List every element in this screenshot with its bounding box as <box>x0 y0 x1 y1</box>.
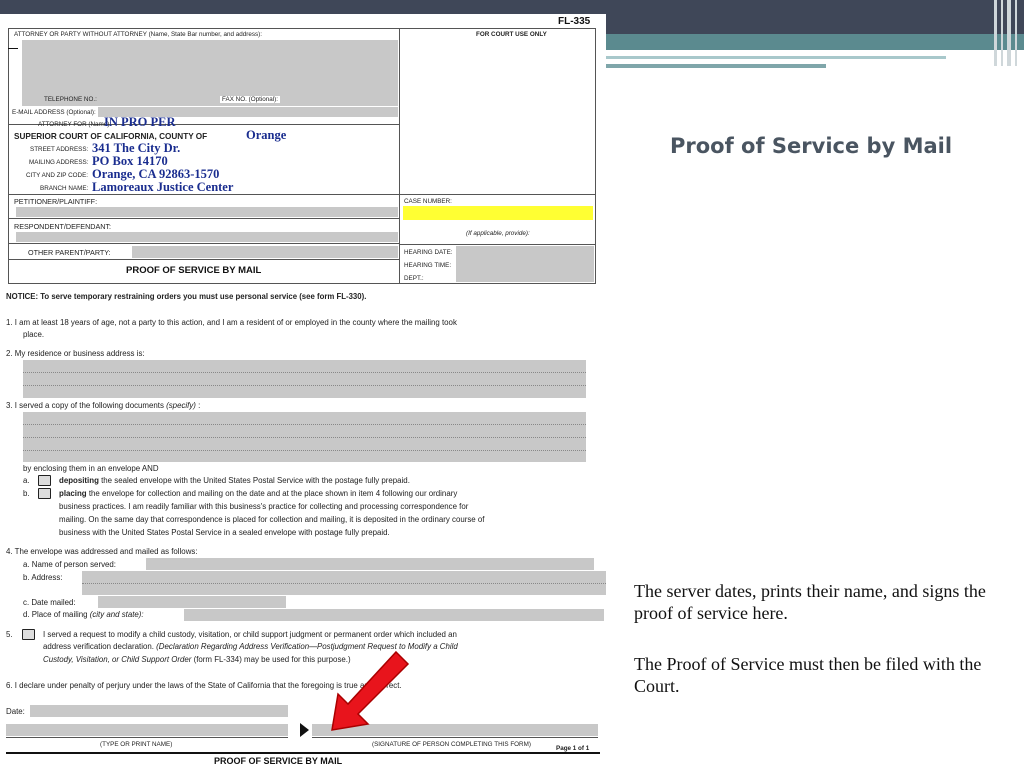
email-label: E-MAIL ADDRESS (Optional): <box>12 109 96 116</box>
rule <box>6 737 288 738</box>
option-b-checkbox <box>38 488 51 499</box>
form-fl-335: FL-335 ATTORNEY OR PARTY WITHOUT ATTORNE… <box>0 14 606 768</box>
item-5: I served a request to modify a child cus… <box>43 630 457 639</box>
telephone-label: TELEPHONE NO.: <box>44 96 97 103</box>
hearing-date-label: HEARING DATE: <box>404 249 453 256</box>
hearing-field <box>456 246 594 282</box>
case-number-label: CASE NUMBER: <box>404 198 452 205</box>
blank <box>288 597 604 608</box>
branch-label: BRANCH NAME: <box>40 185 89 192</box>
signature-date-field <box>30 705 288 717</box>
rule <box>23 437 586 438</box>
rule <box>23 450 586 451</box>
hearing-time-label: HEARING TIME: <box>404 262 452 269</box>
option-a-letter: a. <box>23 476 30 485</box>
teal-rule-short <box>606 64 826 68</box>
date-mailed-field <box>98 596 286 608</box>
corner-stripe <box>1007 0 1011 66</box>
teal-rule <box>606 56 946 59</box>
option-b-letter: b. <box>23 489 30 498</box>
corner-stripe <box>994 0 997 66</box>
enclosing-text: by enclosing them in an envelope AND <box>23 464 159 473</box>
option-b-line2: business practices. I am readily familia… <box>59 502 469 511</box>
branch-value: Lamoreaux Justice Center <box>92 180 234 194</box>
page-number: Page 1 of 1 <box>556 745 590 752</box>
red-arrow-icon <box>331 650 410 731</box>
court-use-label: FOR COURT USE ONLY <box>476 31 547 38</box>
option-b-text: placing the envelope for collection and … <box>59 489 458 498</box>
item-4b: b. Address: <box>23 573 63 582</box>
other-parent-field <box>132 246 398 258</box>
notice: NOTICE: To serve temporary restraining o… <box>6 292 367 301</box>
slide-title: Proof of Service by Mail <box>670 134 953 158</box>
county-value: Orange <box>246 128 287 142</box>
if-applicable-label: (If applicable, provide): <box>466 230 530 237</box>
item-4a: a. Name of person served: <box>23 560 116 569</box>
triangle-pointer-icon <box>300 723 309 737</box>
petitioner-field <box>16 207 398 217</box>
rule <box>8 28 596 29</box>
petitioner-label: PETITIONER/PLAINTIFF: <box>14 197 98 206</box>
teal-band <box>600 34 1024 50</box>
item-1-cont: place. <box>23 330 45 339</box>
dept-label: DEPT.: <box>404 275 424 282</box>
rule <box>23 372 586 373</box>
item-5-checkbox <box>22 629 35 640</box>
rule <box>8 48 18 49</box>
item-4c: c. Date mailed: <box>23 598 76 607</box>
rule <box>8 243 399 244</box>
attorney-for-value: IN PRO PER <box>104 115 176 129</box>
rule <box>8 259 399 260</box>
corner-stripe <box>1015 0 1017 66</box>
rule <box>399 244 596 245</box>
form-title: PROOF OF SERVICE BY MAIL <box>126 265 262 276</box>
note-server-signs: The server dates, prints their name, and… <box>634 581 986 623</box>
option-a-checkbox <box>38 475 51 486</box>
rule <box>399 28 400 284</box>
street-label: STREET ADDRESS: <box>30 146 89 153</box>
mailing-label: MAILING ADDRESS: <box>29 159 89 166</box>
option-a-text: depositing the sealed envelope with the … <box>59 476 410 485</box>
option-b-line4: business with the United States Postal S… <box>59 528 390 537</box>
attorney-field <box>22 40 398 92</box>
item-3: 3. I served a copy of the following docu… <box>6 401 201 410</box>
rule <box>23 385 586 386</box>
form-number: FL-335 <box>558 16 591 27</box>
rule <box>82 583 606 584</box>
attorney-for-label: ATTORNEY FOR (Name): <box>38 121 112 128</box>
rule <box>8 28 9 284</box>
option-b-line3: mailing. On the same day that correspond… <box>59 515 485 524</box>
case-number-field <box>403 206 593 220</box>
item-2: 2. My residence or business address is: <box>6 349 145 358</box>
fax-label: FAX NO. (Optional): <box>220 96 280 103</box>
item-4d: d. Place of mailing (city and state): <box>23 610 144 619</box>
person-served-field <box>146 558 594 570</box>
attorney-label: ATTORNEY OR PARTY WITHOUT ATTORNEY (Name… <box>14 31 262 38</box>
respondent-label: RESPONDENT/DEFENDANT: <box>14 222 112 231</box>
corner-stripe <box>1001 0 1003 66</box>
rule <box>8 218 399 219</box>
item-4: 4. The envelope was addressed and mailed… <box>6 547 198 556</box>
court-label: SUPERIOR COURT OF CALIFORNIA, COUNTY OF <box>14 132 208 141</box>
respondent-field <box>16 232 398 242</box>
address-field <box>23 360 586 398</box>
print-name-field <box>6 724 288 736</box>
item-5-number: 5. <box>6 630 13 639</box>
rule <box>8 283 596 284</box>
note-file-with-court: The Proof of Service must then be filed … <box>634 654 982 696</box>
item-1: 1. I am at least 18 years of age, not a … <box>6 318 457 327</box>
date-label: Date: <box>6 707 25 716</box>
rule <box>595 28 596 284</box>
rule <box>23 424 586 425</box>
other-parent-label: OTHER PARENT/PARTY: <box>28 248 111 257</box>
item-5-line3: Custody, Visitation, or Child Support Or… <box>43 655 351 664</box>
city-label: CITY AND ZIP CODE: <box>26 172 89 179</box>
place-mailing-field <box>184 609 604 621</box>
type-name-caption: (TYPE OR PRINT NAME) <box>100 741 173 748</box>
footer-title: PROOF OF SERVICE BY MAIL <box>214 756 343 766</box>
rule <box>6 752 600 754</box>
